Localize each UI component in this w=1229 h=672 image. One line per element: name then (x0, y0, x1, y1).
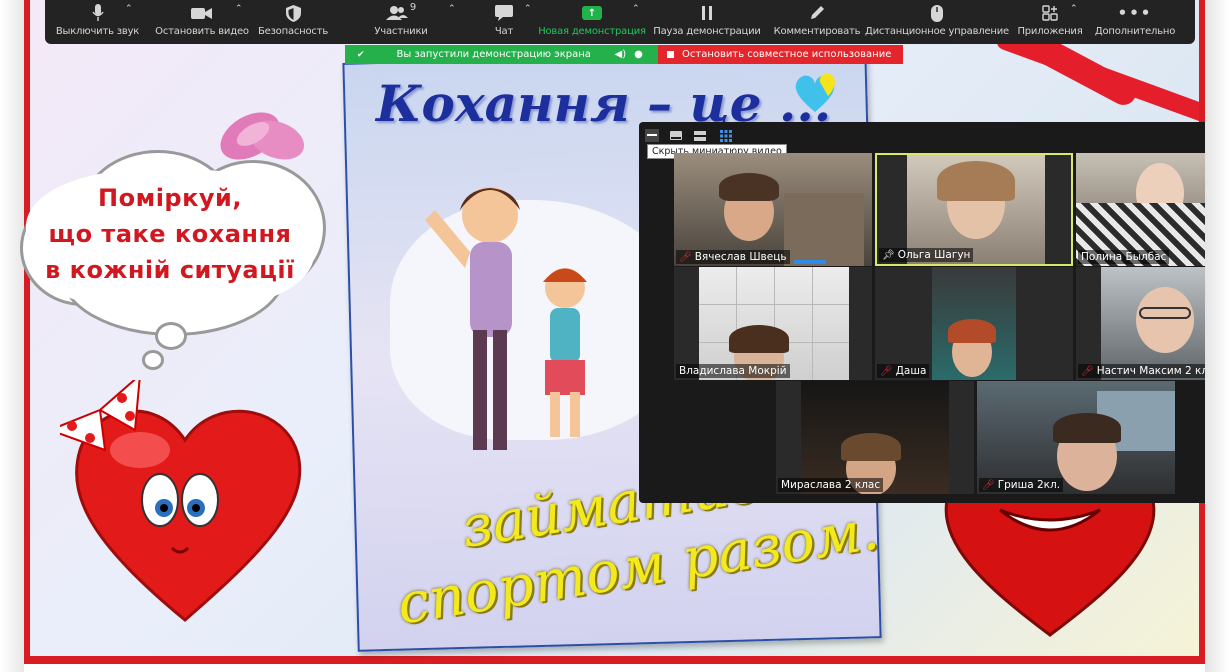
minimize-video-button[interactable] (645, 129, 659, 142)
heart-decoration-icon (795, 73, 835, 112)
mute-label: Выключить звук (55, 26, 140, 37)
mouse-icon (931, 0, 943, 26)
share-indicator-icon: ✔ (357, 49, 365, 60)
annotate-label: Комментировать (773, 26, 861, 37)
cloud-line-3: в кожній ситуації (45, 256, 295, 284)
chevron-down-icon[interactable]: ⌃ (125, 4, 133, 14)
pencil-icon (809, 0, 825, 26)
family-illustration (425, 187, 587, 450)
apps-icon (1042, 0, 1058, 26)
more-button[interactable]: ••• Дополнительно (1092, 0, 1178, 37)
share-screen-icon: ↑ (582, 0, 602, 26)
stop-icon (667, 51, 674, 58)
strip-view-button[interactable] (693, 129, 707, 142)
security-label: Безопасность (257, 26, 329, 37)
participant-name-label: Владислава Мокрій (676, 364, 790, 378)
pause-icon (701, 0, 713, 26)
remote-control-label: Дистанционное управление (865, 26, 1010, 37)
gallery-view-controls: Скрыть миниатюру видео (639, 122, 1205, 159)
stop-video-button[interactable]: ⌃ Остановить видео (150, 0, 254, 37)
participants-button[interactable]: 9 ⌃ Участники (332, 0, 470, 38)
pause-share-button[interactable]: Пауза демонстрации (646, 0, 768, 37)
participants-count: 9 (409, 1, 417, 13)
chevron-down-icon[interactable]: ⌃ (235, 4, 243, 14)
mic-muted-icon: 🎤︎ (679, 251, 692, 263)
chevron-down-icon[interactable]: ⌃ (448, 4, 456, 14)
sharing-status-text: Вы запустили демонстрацию экрана (396, 49, 591, 60)
shield-icon (285, 0, 301, 26)
more-icon: ••• (1117, 4, 1153, 22)
right-margin (1205, 0, 1229, 672)
participant-tile[interactable]: 🎤︎ Даша (875, 267, 1073, 380)
participant-tile[interactable]: 🎤︎ Настич Максим 2 кл (1076, 267, 1205, 380)
participant-video (932, 267, 1016, 380)
participants-icon: 9 (385, 0, 417, 26)
remote-control-button[interactable]: Дистанционное управление (865, 0, 1010, 37)
thought-dot (155, 322, 187, 350)
participants-label: Участники (374, 26, 428, 37)
chevron-down-icon[interactable]: ⌃ (1070, 4, 1078, 14)
mute-button[interactable]: ⌃ Выключить звук (45, 0, 150, 37)
thought-cloud: Поміркуй, що таке кохання в кожній ситуа… (20, 140, 326, 336)
participant-name-label: 🎤︎ Даша (877, 364, 930, 378)
participant-tile[interactable]: Владислава Мокрій (674, 267, 872, 380)
apps-button[interactable]: ⌃ Приложения (1008, 0, 1092, 37)
meeting-toolbar: ⌃ Выключить звук ⌃ Остановить видео Безо… (45, 0, 1195, 44)
participant-name-label: 🎤︎ Настич Максим 2 кл (1078, 364, 1205, 378)
participant-tile-active-speaker[interactable]: 📌︎ Ольга Шагун (875, 153, 1073, 266)
participant-tile[interactable]: 🎤︎ Вячеслав Швець (674, 153, 872, 266)
security-button[interactable]: Безопасность (254, 0, 332, 37)
grid-view-button[interactable] (719, 129, 733, 142)
participant-tile[interactable]: Полина Былбас (1076, 153, 1205, 266)
cloud-text: Поміркуй, що таке кохання в кожній ситуа… (30, 180, 310, 288)
more-label: Дополнительно (1094, 26, 1176, 37)
new-share-button[interactable]: ↑ ⌃ Новая демонстрация (538, 0, 646, 37)
annotate-button[interactable]: Комментировать (768, 0, 866, 37)
chevron-down-icon[interactable]: ⌃ (524, 4, 532, 14)
pin-icon: 📌︎ (882, 249, 895, 261)
thought-dot (142, 350, 164, 370)
chevron-down-icon[interactable]: ⌃ (632, 4, 640, 14)
ribbon-decoration (994, 29, 1199, 129)
participant-tile[interactable]: Мираслава 2 клас (776, 381, 974, 494)
stop-share-label: Остановить совместное использование (682, 49, 892, 60)
chat-label: Чат (494, 26, 514, 37)
sharing-status-bar: ✔ Вы запустили демонстрацию экрана ◀) ● (345, 45, 658, 64)
participant-name-label: 🎤︎ Вячеслав Швець (676, 250, 790, 264)
stop-share-button[interactable]: Остановить совместное использование (658, 45, 903, 64)
apps-label: Приложения (1017, 26, 1083, 37)
cloud-line-2: що таке кохання (48, 220, 292, 248)
chat-button[interactable]: ⌃ Чат (470, 0, 538, 37)
participant-name-label: 📌︎ Ольга Шагун (879, 248, 974, 262)
video-gallery-panel: Скрыть миниатюру видео 🎤︎ Вячеслав Швець … (639, 122, 1205, 503)
speaker-view-button[interactable] (669, 129, 683, 142)
stop-video-label: Остановить видео (155, 26, 249, 37)
shield-icon[interactable]: ● (634, 49, 643, 60)
audio-level-bar (794, 260, 826, 264)
video-camera-icon (191, 0, 213, 26)
participant-name-label: 🎤︎ Гриша 2кл. (979, 478, 1064, 492)
mic-muted-icon: 🎤︎ (1081, 365, 1094, 377)
participant-name-label: Мираслава 2 клас (778, 478, 884, 492)
participant-tile[interactable]: 🎤︎ Гриша 2кл. (977, 381, 1175, 494)
mic-muted-icon: 🎤︎ (982, 479, 995, 491)
left-margin (0, 0, 24, 672)
heart-character-image (60, 380, 302, 622)
cloud-line-1: Поміркуй, (98, 184, 242, 212)
chat-bubble-icon (495, 0, 513, 26)
new-share-label: Новая демонстрация (538, 26, 646, 37)
pause-share-label: Пауза демонстрации (653, 26, 761, 37)
participant-name-label: Полина Былбас (1078, 250, 1170, 264)
speaker-icon[interactable]: ◀) (615, 49, 627, 60)
mic-muted-icon: 🎤︎ (880, 365, 893, 377)
microphone-icon (91, 0, 104, 26)
